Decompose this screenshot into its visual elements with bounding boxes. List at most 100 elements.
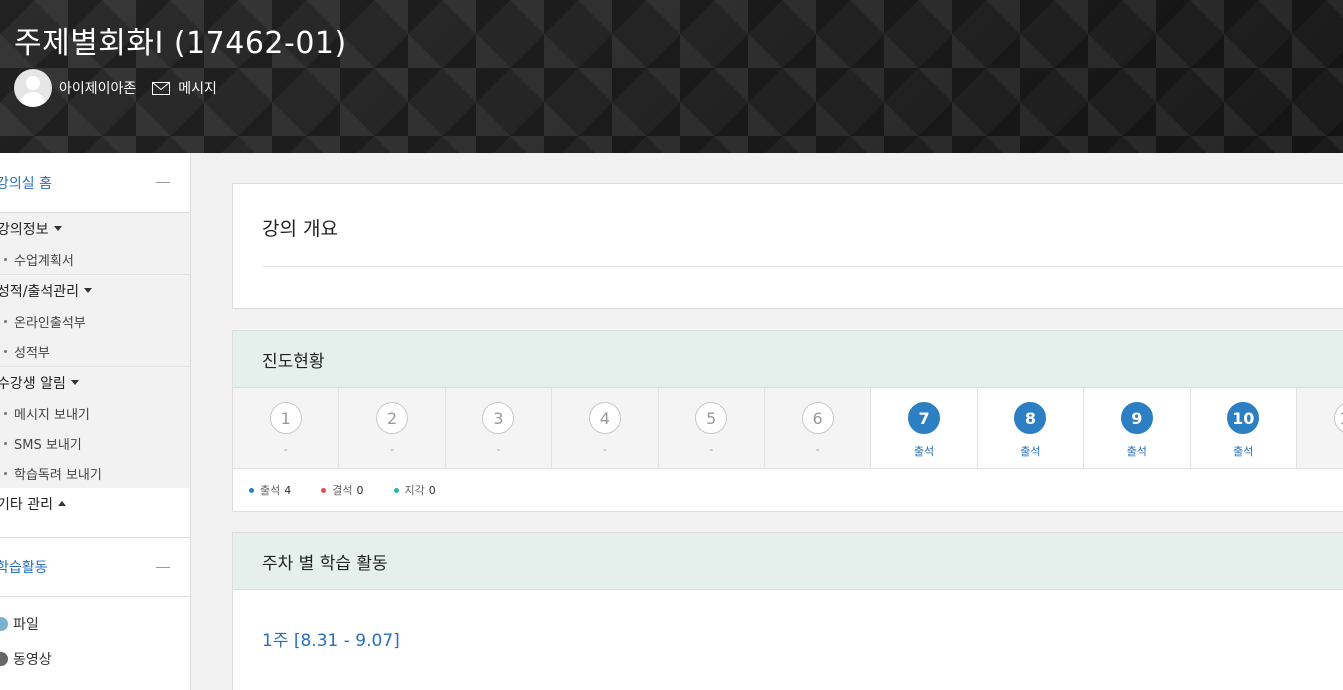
legend-label: 출석 bbox=[260, 484, 281, 497]
legend-dot-icon bbox=[393, 487, 399, 493]
activity-list: 파일 동영상 bbox=[0, 597, 190, 676]
week-number-badge[interactable]: 6 bbox=[801, 402, 834, 434]
legend-dot-icon bbox=[249, 487, 254, 493]
sidebar-group-title[interactable]: 강의정보 bbox=[0, 213, 190, 244]
week-number-badge[interactable]: 3 bbox=[482, 402, 515, 434]
group-title-label[interactable]: 강의정보 bbox=[0, 219, 49, 239]
collapse-icon[interactable] bbox=[156, 182, 170, 183]
sidebar-item-gradebook[interactable]: 성적부 bbox=[0, 336, 190, 366]
mail-icon[interactable] bbox=[152, 81, 171, 95]
sidebar-item-label[interactable]: 성적부 bbox=[14, 342, 50, 361]
sidebar-item-online-attendance[interactable]: 온라인출석부 bbox=[0, 306, 190, 336]
video-play-icon bbox=[0, 651, 8, 666]
sidebar-item-label[interactable]: SMS 보내기 bbox=[14, 434, 82, 453]
week-number-badge[interactable]: 7 bbox=[908, 402, 941, 434]
legend-label: 결석 bbox=[332, 484, 353, 497]
activity-label[interactable]: 파일 bbox=[13, 614, 39, 634]
course-header: 주제별회화Ⅰ (17462-01) 아이제이아존 메시지 bbox=[0, 0, 1343, 153]
bullet-icon bbox=[4, 471, 7, 475]
week-number-badge[interactable]: 2 bbox=[376, 402, 409, 434]
week-cell[interactable]: 2- bbox=[339, 388, 446, 468]
week-1-link[interactable]: 1주 [8.31 - 9.07] bbox=[262, 626, 400, 651]
caret-down-icon bbox=[53, 226, 62, 231]
sidebar-item-label[interactable]: 메시지 보내기 bbox=[14, 404, 90, 423]
week-status: - bbox=[602, 443, 607, 456]
week-cell[interactable]: 3- bbox=[445, 388, 553, 468]
sidebar-item-send-sms[interactable]: SMS 보내기 bbox=[0, 428, 190, 458]
weekly-activity-title: 주차 별 학습 활동 bbox=[233, 533, 1343, 590]
sidebar-activity-label[interactable]: 학습활동 bbox=[0, 557, 48, 577]
week-cell[interactable]: 11 bbox=[1296, 388, 1343, 468]
activity-label[interactable]: 동영상 bbox=[13, 649, 52, 669]
file-icon bbox=[0, 616, 8, 631]
week-cell[interactable]: 4- bbox=[552, 388, 659, 468]
sidebar-home-label[interactable]: 강의실 홈 bbox=[0, 173, 52, 193]
legend-dot-icon bbox=[321, 487, 327, 493]
sidebar-item-send-encouragement[interactable]: 학습독려 보내기 bbox=[0, 458, 190, 488]
week-cell[interactable]: 7 출석 bbox=[871, 388, 978, 468]
sidebar-item-syllabus[interactable]: 수업계획서 bbox=[0, 244, 190, 274]
week-number-badge[interactable]: 5 bbox=[695, 402, 728, 434]
week-status: 출석 bbox=[913, 445, 935, 458]
sidebar-item-label[interactable]: 온라인출석부 bbox=[14, 312, 86, 331]
sidebar-item-label[interactable]: 수업계획서 bbox=[14, 250, 74, 269]
week-cell[interactable]: 9 출석 bbox=[1084, 388, 1191, 468]
week-status: - bbox=[496, 443, 501, 456]
sidebar-group-title[interactable]: 수강생 알림 bbox=[0, 367, 190, 398]
sidebar-group-grades: 성적/출석관리 온라인출석부 성적부 bbox=[0, 275, 190, 366]
legend-count: 0 bbox=[428, 483, 436, 497]
week-status: - bbox=[815, 443, 820, 456]
bullet-icon bbox=[4, 349, 7, 353]
week-status: 출석 bbox=[1126, 445, 1147, 458]
sidebar: 강의실 홈 강의정보 수업계획서 성적/출석관리 온라인출석부 성적부 수강생 … bbox=[0, 153, 191, 690]
group-title-label[interactable]: 수강생 알림 bbox=[0, 373, 66, 393]
week-number-badge[interactable]: 8 bbox=[1014, 402, 1047, 434]
bullet-icon bbox=[4, 441, 7, 445]
week-status: 출석 bbox=[1020, 445, 1041, 458]
week-status: - bbox=[390, 443, 395, 456]
week-status: - bbox=[709, 443, 714, 456]
sidebar-group-notify: 수강생 알림 메시지 보내기 SMS 보내기 학습독려 보내기 bbox=[0, 367, 190, 488]
legend-item: 출석 4 bbox=[249, 482, 291, 498]
week-number-badge[interactable]: 4 bbox=[588, 402, 621, 434]
week-number-badge[interactable]: 10 bbox=[1227, 402, 1260, 434]
legend-label: 지각 bbox=[404, 484, 425, 497]
sidebar-group-title[interactable]: 성적/출석관리 bbox=[0, 275, 190, 306]
sidebar-activity-video[interactable]: 동영상 bbox=[0, 641, 190, 676]
sidebar-item-label[interactable]: 학습독려 보내기 bbox=[14, 464, 102, 483]
course-overview-card: 강의 개요 bbox=[232, 183, 1343, 309]
group-title-label[interactable]: 기타 관리 bbox=[0, 494, 53, 514]
collapse-icon[interactable] bbox=[156, 566, 170, 568]
sidebar-group-title[interactable]: 기타 관리 bbox=[0, 488, 190, 519]
week-status: - bbox=[283, 443, 288, 456]
sidebar-item-send-message[interactable]: 메시지 보내기 bbox=[0, 398, 190, 428]
sidebar-activity-header[interactable]: 학습활동 bbox=[0, 537, 190, 597]
user-row: 아이제이아존 메시지 bbox=[14, 69, 217, 107]
legend-item: 지각 0 bbox=[393, 482, 436, 498]
group-title-label[interactable]: 성적/출석관리 bbox=[0, 281, 79, 301]
bullet-icon bbox=[4, 319, 7, 323]
sidebar-activity-file[interactable]: 파일 bbox=[0, 606, 190, 641]
attendance-legend: 출석 4 결석 0 지각 0 bbox=[233, 469, 1343, 511]
caret-down-icon bbox=[70, 380, 79, 385]
progress-title: 진도현황 bbox=[233, 331, 1343, 388]
divider bbox=[262, 266, 1343, 267]
bullet-icon bbox=[4, 411, 7, 415]
week-number-badge[interactable]: 11 bbox=[1333, 402, 1343, 434]
week-number-badge[interactable]: 9 bbox=[1120, 402, 1153, 434]
avatar[interactable] bbox=[14, 69, 52, 107]
week-cell[interactable]: 8 출석 bbox=[977, 388, 1085, 468]
legend-item: 결석 0 bbox=[321, 482, 364, 498]
sidebar-group-other: 기타 관리 bbox=[0, 488, 190, 520]
overview-title: 강의 개요 bbox=[262, 218, 338, 240]
week-cell[interactable]: 10 출석 bbox=[1190, 388, 1297, 468]
weekly-activity-card: 주차 별 학습 활동 1주 [8.31 - 9.07] bbox=[232, 532, 1343, 690]
professor-name[interactable]: 아이제이아존 bbox=[59, 78, 136, 98]
message-link[interactable]: 메시지 bbox=[178, 78, 217, 98]
sidebar-home-header[interactable]: 강의실 홈 bbox=[0, 153, 190, 213]
week-number-badge[interactable]: 1 bbox=[269, 402, 302, 434]
week-cell[interactable]: 1- bbox=[233, 388, 340, 468]
week-cell[interactable]: 6- bbox=[764, 388, 872, 468]
bullet-icon bbox=[4, 257, 7, 261]
week-cell[interactable]: 5- bbox=[658, 388, 765, 468]
